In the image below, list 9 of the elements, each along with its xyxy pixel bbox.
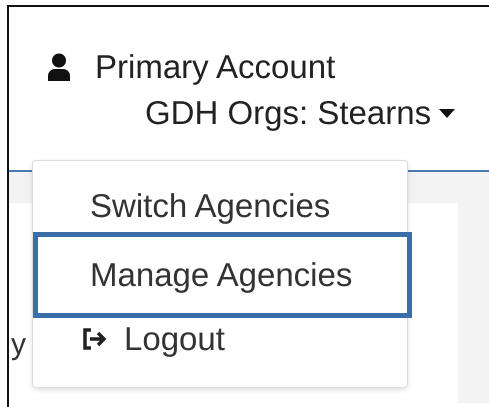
menu-item[interactable]: Logout <box>33 318 412 360</box>
user-icon <box>47 53 71 81</box>
sign-out-icon <box>82 328 108 350</box>
org-dropdown[interactable]: GDH Orgs: Stearns <box>145 94 432 132</box>
account-name: Primary Account <box>95 48 336 86</box>
menu-item[interactable]: Manage Agencies <box>33 232 412 318</box>
caret-icon[interactable] <box>439 108 456 118</box>
menu-item[interactable]: Switch Agencies <box>33 180 412 232</box>
background-text: y <box>11 328 26 361</box>
